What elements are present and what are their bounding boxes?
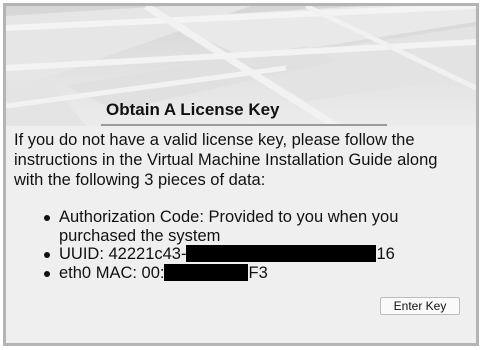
authorization-code-text: Authorization Code: Provided to you when… [59,208,399,245]
uuid-suffix: 16 [376,245,395,263]
mac-suffix: F3 [248,263,268,282]
enter-key-button[interactable]: Enter Key [380,297,460,315]
list-item-authorization-code: Authorization Code: Provided to you when… [42,208,470,245]
panel-title-text: Obtain A License Key [106,100,280,119]
bullet-icon [44,270,50,277]
bullet-icon [44,252,50,258]
intro-text: If you do not have a valid license key, … [14,131,438,189]
bullet-icon [44,215,50,221]
mac-redaction [164,263,249,281]
license-window: Obtain A License Key If you do not have … [3,3,479,346]
mac-prefix: eth0 MAC: 00: [59,263,165,282]
panel-title: Obtain A License Key [101,94,387,126]
license-data-list: Authorization Code: Provided to you when… [42,208,470,282]
uuid-prefix: UUID: 42221c43- [59,245,187,263]
uuid-redaction [186,245,377,262]
list-item-mac: eth0 MAC: 00: F3 [42,263,470,283]
list-item-uuid: UUID: 42221c43- 16 [42,245,470,264]
